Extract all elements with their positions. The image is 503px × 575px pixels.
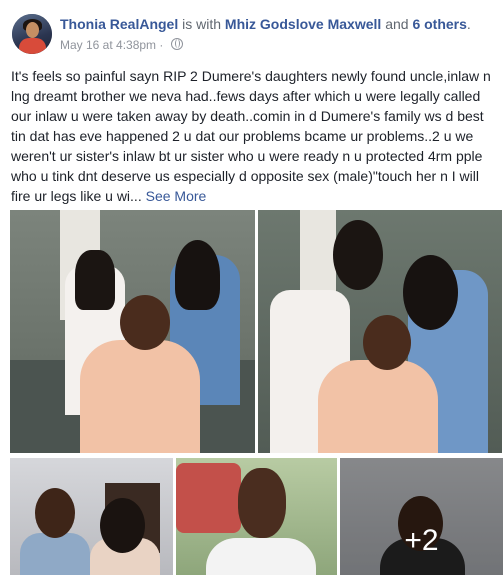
period-text: . — [466, 16, 471, 32]
more-photos-count[interactable]: +2 — [340, 524, 503, 558]
globe-icon[interactable] — [170, 38, 183, 50]
post-header-line: Thonia RealAngel is with Mhiz Godslove M… — [60, 16, 471, 32]
others-link[interactable]: 6 others — [412, 16, 466, 32]
post-text: It's feels so painful sayn RIP 2 Dumere'… — [11, 66, 497, 206]
tagged-user-link[interactable]: Mhiz Godslove Maxwell — [225, 16, 381, 32]
post-photo-3[interactable] — [10, 458, 173, 575]
post-header: Thonia RealAngel is with Mhiz Godslove M… — [8, 14, 498, 56]
author-link[interactable]: Thonia RealAngel — [60, 16, 178, 32]
see-more-link[interactable]: See More — [146, 188, 207, 204]
post-meta: May 16 at 4:38pm · — [60, 38, 183, 52]
avatar[interactable] — [12, 14, 52, 54]
with-text: is with — [182, 16, 222, 32]
post-photo-5[interactable]: +2 — [340, 458, 503, 575]
and-text: and — [385, 16, 409, 32]
post-photo-4[interactable] — [176, 458, 337, 575]
post-photo-1[interactable] — [10, 210, 255, 453]
post-timestamp[interactable]: May 16 at 4:38pm — [60, 38, 156, 52]
post-body: It's feels so painful sayn RIP 2 Dumere'… — [11, 68, 491, 204]
meta-separator: · — [159, 38, 164, 52]
post-photo-2[interactable] — [258, 210, 502, 453]
